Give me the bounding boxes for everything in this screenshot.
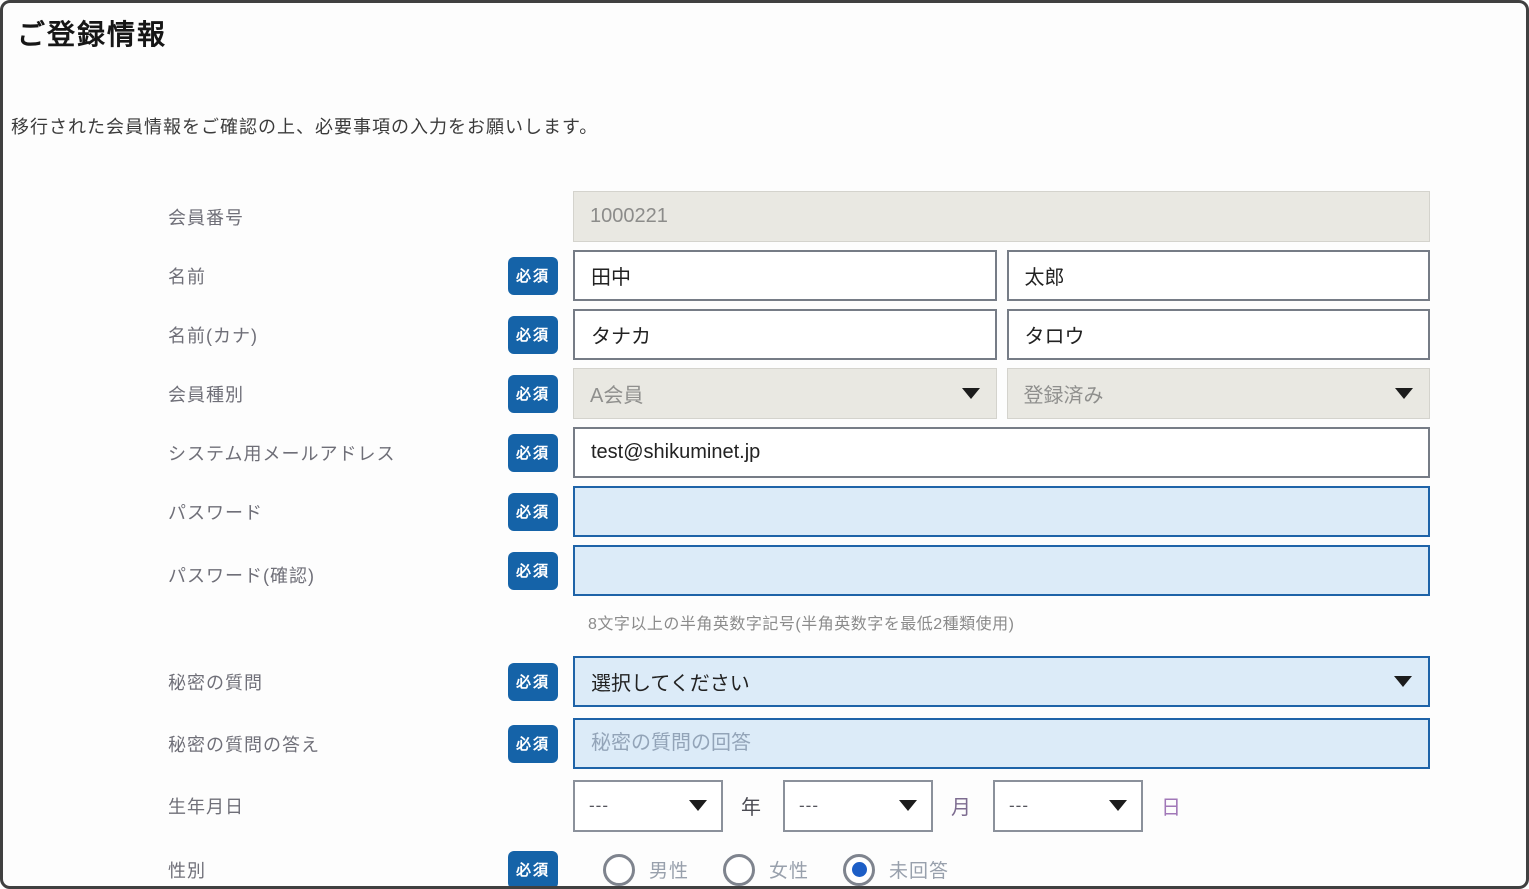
birth-day-value: --- [1009,796,1029,816]
password-hint: 8文字以上の半角英数字記号(半角英数字を最低2種類使用) [588,610,1430,634]
member-type-input-area: A会員 登録済み [573,368,1430,419]
birth-month-value: --- [799,796,819,816]
name-input-area [573,250,1430,301]
chevron-down-icon [962,388,980,399]
secret-question-input-area: 選択してください [573,656,1430,707]
last-name-kana-input[interactable] [573,309,997,360]
first-name-kana-input[interactable] [1007,309,1431,360]
gender-label: 性別 [168,857,508,883]
badge-cell: 必須 [508,552,573,590]
form-row-secret-question: 秘密の質問 必須 選択してください [168,656,1430,707]
password-input-area [573,486,1430,537]
birth-year-select[interactable]: --- [573,780,723,832]
form-row-email: システム用メールアドレス 必須 [168,427,1430,478]
registration-form-page: ご登録情報 移行された会員情報をご確認の上、必要事項の入力をお願いします。 会員… [0,0,1529,889]
required-badge: 必須 [508,851,558,889]
form-row-password-confirm: パスワード(確認) 必須 [168,545,1430,596]
required-badge: 必須 [508,725,558,763]
gender-option-female-label: 女性 [769,856,809,883]
chevron-down-icon [689,800,707,811]
required-badge: 必須 [508,257,558,295]
chevron-down-icon [1395,388,1413,399]
badge-cell: 必須 [508,725,573,763]
badge-cell: 必須 [508,316,573,354]
required-badge: 必須 [508,375,558,413]
member-number-label: 会員番号 [168,204,508,230]
required-badge: 必須 [508,434,558,472]
password-input[interactable] [573,486,1430,537]
member-type-select: A会員 [573,368,997,419]
form-row-name-kana: 名前(カナ) 必須 [168,309,1430,360]
secret-answer-input[interactable] [573,718,1430,769]
birth-day-select[interactable]: --- [993,780,1143,832]
birth-year-value: --- [589,796,609,816]
radio-button-icon[interactable] [603,854,635,886]
required-badge: 必須 [508,493,558,531]
birth-year-unit: 年 [741,791,761,820]
page-title: ご登録情報 [17,13,1526,53]
form-row-member-number: 会員番号 [168,191,1430,242]
required-badge: 必須 [508,663,558,701]
badge-cell: 必須 [508,375,573,413]
radio-button-icon[interactable] [723,854,755,886]
email-input-area [573,427,1430,478]
gender-radio-group: 男性 女性 未回答 [603,854,949,886]
gender-option-no-answer[interactable]: 未回答 [843,854,949,886]
email-label: システム用メールアドレス [168,440,508,466]
last-name-input[interactable] [573,250,997,301]
chevron-down-icon [1109,800,1127,811]
required-badge: 必須 [508,316,558,354]
form-row-name: 名前 必須 [168,250,1430,301]
registration-form: 会員番号 名前 必須 名前(カナ) 必須 [3,191,1526,889]
name-kana-label: 名前(カナ) [168,322,508,348]
birth-month-unit: 月 [951,791,971,820]
birthdate-input-area: --- 年 --- 月 --- 日 [573,780,1430,831]
name-label: 名前 [168,263,508,289]
gender-option-no-answer-label: 未回答 [889,856,949,883]
form-row-password: パスワード 必須 [168,486,1430,537]
birth-month-select[interactable]: --- [783,780,933,832]
password-confirm-input[interactable] [573,545,1430,596]
gender-option-male[interactable]: 男性 [603,854,689,886]
secret-question-select[interactable]: 選択してください [573,656,1430,707]
birthdate-label: 生年月日 [168,793,508,819]
member-type-value: A会員 [590,379,643,408]
badge-cell: 必須 [508,434,573,472]
badge-cell: 必須 [508,851,573,889]
gender-input-area: 男性 女性 未回答 [573,844,1430,889]
radio-button-icon[interactable] [843,854,875,886]
page-description: 移行された会員情報をご確認の上、必要事項の入力をお願いします。 [11,113,1526,139]
member-status-select: 登録済み [1007,368,1431,419]
gender-option-female[interactable]: 女性 [723,854,809,886]
badge-cell: 必須 [508,663,573,701]
required-badge: 必須 [508,552,558,590]
member-number-input [573,191,1430,242]
password-confirm-input-area [573,545,1430,596]
name-kana-input-area [573,309,1430,360]
gender-option-male-label: 男性 [649,856,689,883]
badge-cell: 必須 [508,257,573,295]
password-label: パスワード [168,499,508,525]
member-number-input-area [573,191,1430,242]
form-row-secret-answer: 秘密の質問の答え 必須 [168,718,1430,769]
chevron-down-icon [1394,676,1412,687]
form-row-gender: 性別 必須 男性 女性 未回答 [168,844,1430,889]
secret-answer-input-area [573,718,1430,769]
form-row-birthdate: 生年月日 --- 年 --- 月 --- 日 [168,780,1430,831]
form-row-member-type: 会員種別 必須 A会員 登録済み [168,368,1430,419]
badge-cell: 必須 [508,493,573,531]
secret-answer-label: 秘密の質問の答え [168,731,508,757]
secret-question-label: 秘密の質問 [168,669,508,695]
birth-day-unit: 日 [1161,791,1181,820]
chevron-down-icon [899,800,917,811]
secret-question-value: 選択してください [591,667,750,696]
password-confirm-label: パスワード(確認) [168,562,508,596]
member-status-value: 登録済み [1024,379,1104,408]
member-type-label: 会員種別 [168,381,508,407]
email-input[interactable] [573,427,1430,478]
first-name-input[interactable] [1007,250,1431,301]
